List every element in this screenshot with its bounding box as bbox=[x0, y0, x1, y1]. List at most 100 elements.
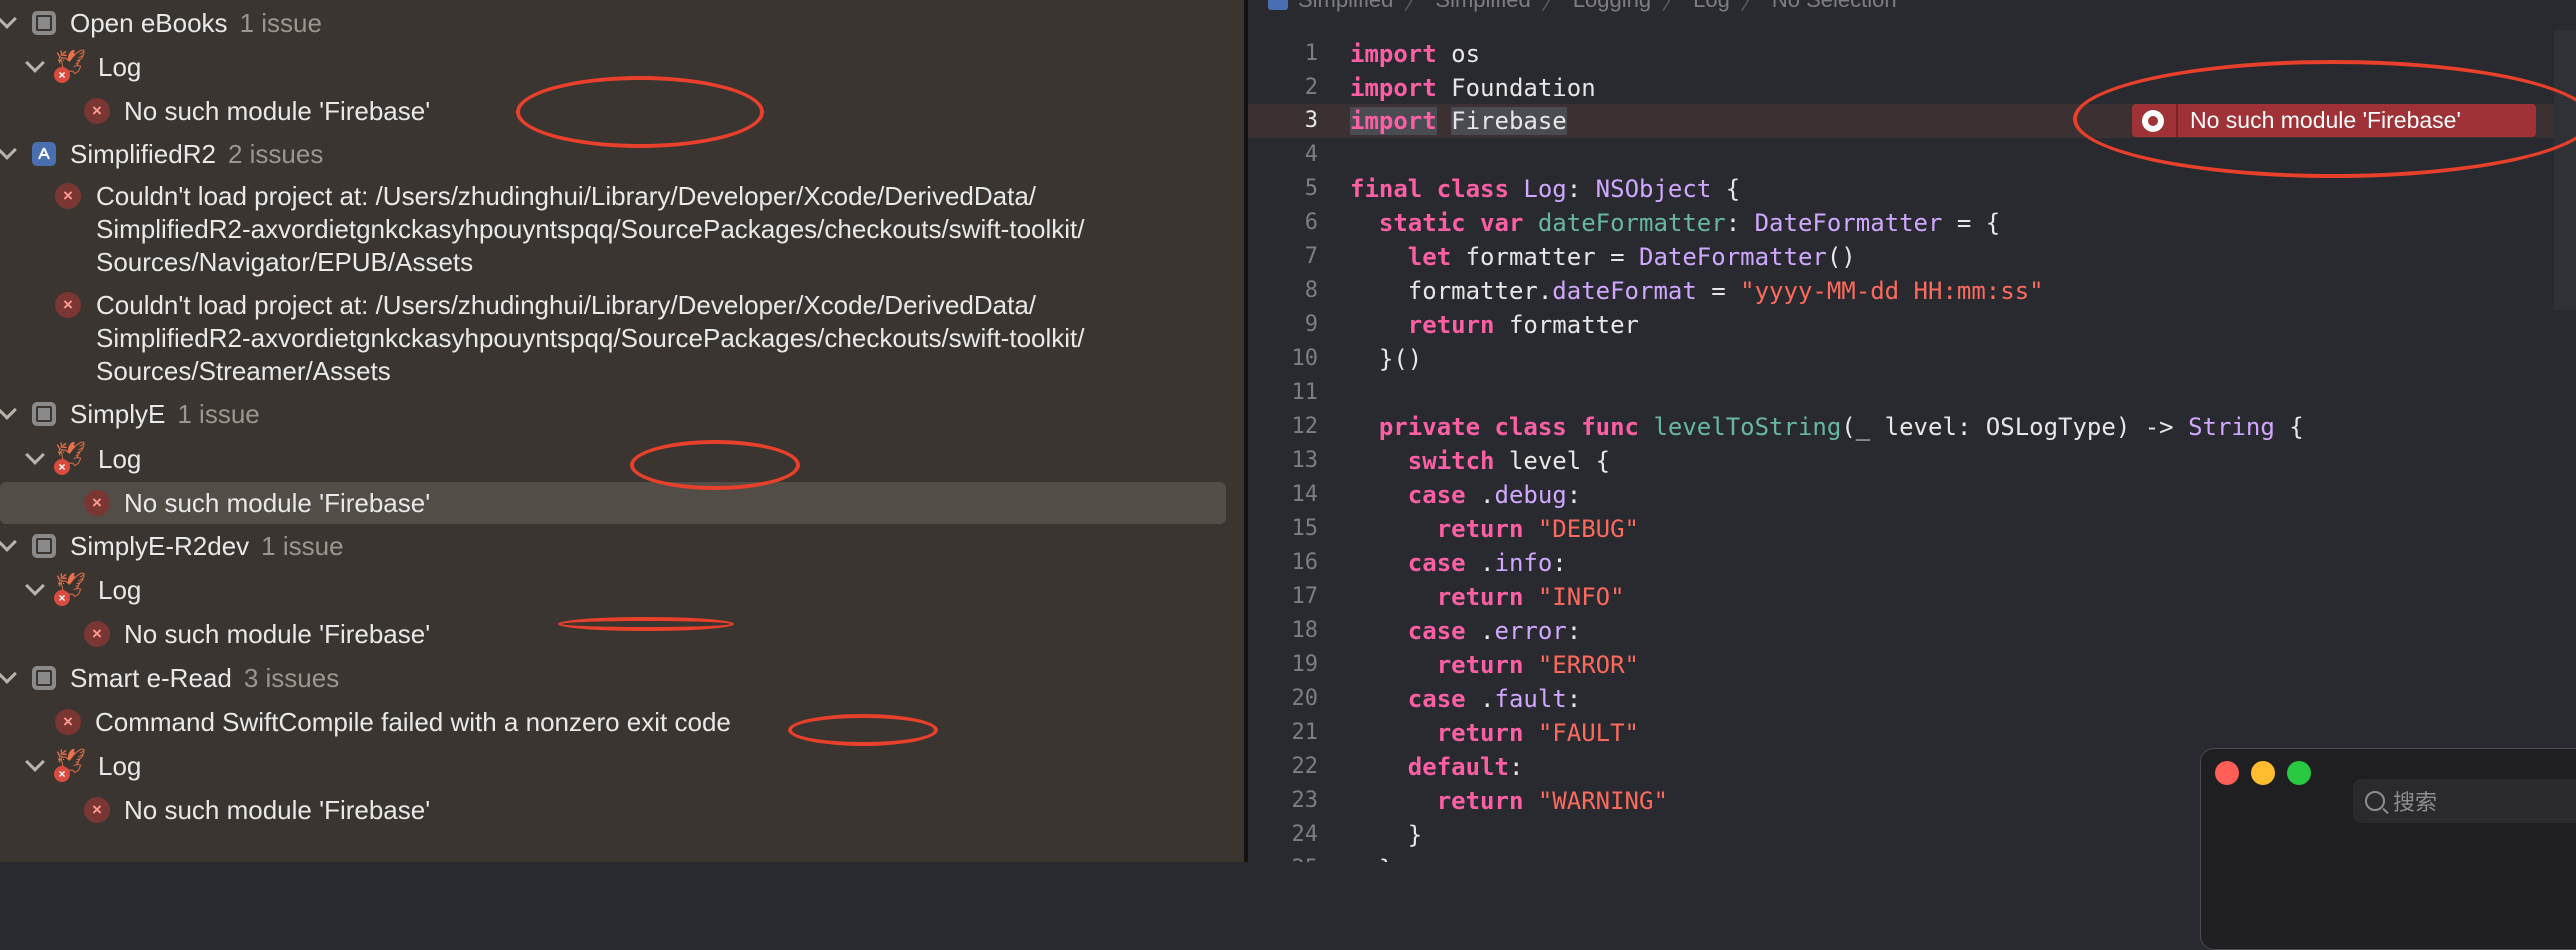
file-row-log[interactable]: 🕊 × Log bbox=[0, 570, 1244, 610]
issue-row[interactable]: × No such module 'Firebase' bbox=[0, 790, 1244, 830]
line-number: 19 bbox=[1291, 652, 1319, 677]
code-line[interactable]: 1 import os bbox=[1248, 37, 2576, 71]
project-icon bbox=[32, 666, 56, 690]
issue-message-line: Sources/Streamer/Assets bbox=[96, 356, 391, 386]
minimize-button[interactable] bbox=[2251, 761, 2275, 785]
issue-row[interactable]: × No such module 'Firebase' bbox=[0, 614, 1244, 654]
code-line[interactable]: 19 return "ERROR" bbox=[1248, 648, 2576, 682]
issue-row[interactable]: × Command SwiftCompile failed with a non… bbox=[0, 702, 1244, 742]
issue-message-line: SimplifiedR2-axvordietgnkckasyhpouyntspq… bbox=[96, 214, 1085, 244]
project-row-simplifiedr2[interactable]: SimplifiedR2 2 issues bbox=[0, 134, 1244, 174]
issue-row[interactable]: × No such module 'Firebase' bbox=[0, 91, 1244, 131]
minimap-scrollbar[interactable] bbox=[2554, 30, 2576, 310]
code-line[interactable]: 8 formatter.dateFormat = "yyyy-MM-dd HH:… bbox=[1248, 274, 2576, 308]
breadcrumb-item[interactable]: Simplified bbox=[1298, 0, 1393, 13]
project-icon bbox=[32, 534, 56, 558]
code-line[interactable]: 13 switch level { bbox=[1248, 444, 2576, 478]
error-icon: × bbox=[84, 621, 110, 647]
project-row-simplye-r2dev[interactable]: SimplyE-R2dev 1 issue bbox=[0, 526, 1244, 566]
project-name: SimplifiedR2 bbox=[70, 138, 216, 169]
line-number: 11 bbox=[1291, 380, 1319, 405]
issue-message-line: Couldn't load project at: /Users/zhuding… bbox=[96, 181, 1037, 211]
chevron-down-icon[interactable] bbox=[25, 53, 45, 73]
chevron-down-icon[interactable] bbox=[0, 400, 17, 420]
line-number: 20 bbox=[1291, 686, 1319, 711]
code-line[interactable]: 4 bbox=[1248, 138, 2576, 172]
issue-message-line: Couldn't load project at: /Users/zhuding… bbox=[96, 290, 1037, 320]
code-text: case .debug: bbox=[1407, 481, 1582, 509]
inline-error-banner[interactable]: No such module 'Firebase' bbox=[2132, 104, 2536, 137]
line-number: 8 bbox=[1304, 278, 1318, 303]
code-text: import Firebase bbox=[1350, 107, 1567, 135]
code-text: } bbox=[1350, 852, 1393, 862]
code-text: static var dateFormatter: DateFormatter … bbox=[1378, 209, 2001, 237]
source-editor[interactable]: Simplified 〉 Simplified 〉 Logging 〉 Log … bbox=[1248, 0, 2576, 862]
close-button[interactable] bbox=[2215, 761, 2239, 785]
breadcrumb-item[interactable]: Logging bbox=[1573, 0, 1651, 13]
file-name: Log bbox=[98, 574, 142, 605]
issue-message: No such module 'Firebase' bbox=[124, 618, 431, 649]
chevron-down-icon[interactable] bbox=[0, 140, 17, 160]
chevron-down-icon[interactable] bbox=[0, 9, 17, 29]
file-row-log[interactable]: 🕊 × Log bbox=[0, 47, 1244, 87]
code-text: default: bbox=[1407, 753, 1524, 781]
project-row-smart-e-read[interactable]: Smart e-Read 3 issues bbox=[0, 658, 1244, 698]
zoom-button[interactable] bbox=[2287, 761, 2311, 785]
code-text: case .fault: bbox=[1407, 685, 1582, 713]
code-text: } bbox=[1350, 821, 1423, 849]
code-line[interactable]: 2 import Foundation bbox=[1248, 71, 2576, 105]
line-number: 23 bbox=[1291, 788, 1319, 813]
project-row-open-ebooks[interactable]: Open eBooks 1 issue bbox=[0, 3, 1244, 43]
code-line[interactable]: 15 return "DEBUG" bbox=[1248, 512, 2576, 546]
breadcrumb-item[interactable]: No Selection bbox=[1772, 0, 1897, 13]
code-line[interactable]: 14 case .debug: bbox=[1248, 478, 2576, 512]
line-number: 6 bbox=[1304, 210, 1318, 235]
code-text: return "ERROR" bbox=[1436, 651, 1640, 679]
issue-navigator: Open eBooks 1 issue 🕊 × Log × No such mod… bbox=[0, 0, 1244, 862]
chevron-down-icon[interactable] bbox=[0, 532, 17, 552]
code-line[interactable]: 5 final class Log: NSObject { bbox=[1248, 172, 2576, 206]
search-field[interactable]: 搜索 bbox=[2353, 779, 2576, 823]
error-icon: × bbox=[55, 292, 81, 318]
code-line[interactable]: 6 static var dateFormatter: DateFormatte… bbox=[1248, 206, 2576, 240]
chevron-down-icon[interactable] bbox=[0, 664, 17, 684]
project-name: Open eBooks bbox=[70, 7, 228, 38]
code-line[interactable]: 21 return "FAULT" bbox=[1248, 716, 2576, 750]
issue-count: 1 issue bbox=[239, 7, 322, 38]
line-number: 18 bbox=[1291, 618, 1319, 643]
chevron-down-icon[interactable] bbox=[25, 752, 45, 772]
file-row-log[interactable]: 🕊 × Log bbox=[0, 746, 1244, 786]
line-number: 24 bbox=[1291, 822, 1319, 847]
issue-row[interactable]: × Couldn't load project at: /Users/zhudi… bbox=[0, 180, 1244, 280]
file-row-log[interactable]: 🕊 × Log bbox=[0, 439, 1244, 479]
code-line[interactable]: 12 private class func levelToString(_ le… bbox=[1248, 410, 2576, 444]
code-line[interactable]: 10 }() bbox=[1248, 342, 2576, 376]
line-number: 22 bbox=[1291, 754, 1319, 779]
chevron-right-icon: 〉 bbox=[1739, 0, 1762, 14]
project-icon bbox=[32, 11, 56, 35]
chevron-down-icon[interactable] bbox=[25, 445, 45, 465]
breadcrumb-item[interactable]: Simplified bbox=[1435, 0, 1530, 13]
search-icon bbox=[2365, 791, 2385, 811]
line-number: 13 bbox=[1291, 448, 1319, 473]
code-line[interactable]: 11 bbox=[1248, 376, 2576, 410]
app-target-icon bbox=[32, 142, 56, 166]
code-text: import Foundation bbox=[1350, 74, 1596, 102]
error-icon: × bbox=[55, 183, 81, 209]
error-icon: × bbox=[84, 797, 110, 823]
issue-row[interactable]: × Couldn't load project at: /Users/zhudi… bbox=[0, 289, 1244, 389]
issue-row-selected[interactable]: × No such module 'Firebase' bbox=[0, 482, 1226, 524]
project-row-simplye[interactable]: SimplyE 1 issue bbox=[0, 394, 1244, 434]
chevron-down-icon[interactable] bbox=[25, 576, 45, 596]
code-text: final class Log: NSObject { bbox=[1350, 175, 1741, 203]
line-number: 2 bbox=[1304, 75, 1318, 100]
code-line[interactable]: 17 return "INFO" bbox=[1248, 580, 2576, 614]
code-line[interactable]: 9 return formatter bbox=[1248, 308, 2576, 342]
code-line[interactable]: 18 case .error: bbox=[1248, 614, 2576, 648]
code-line[interactable]: 20 case .fault: bbox=[1248, 682, 2576, 716]
code-line[interactable]: 7 let formatter = DateFormatter() bbox=[1248, 240, 2576, 274]
code-line[interactable]: 16 case .info: bbox=[1248, 546, 2576, 580]
issue-message: No such module 'Firebase' bbox=[124, 794, 431, 825]
floating-window[interactable]: 搜索 bbox=[2200, 748, 2576, 950]
breadcrumb-item[interactable]: Log bbox=[1693, 0, 1730, 13]
